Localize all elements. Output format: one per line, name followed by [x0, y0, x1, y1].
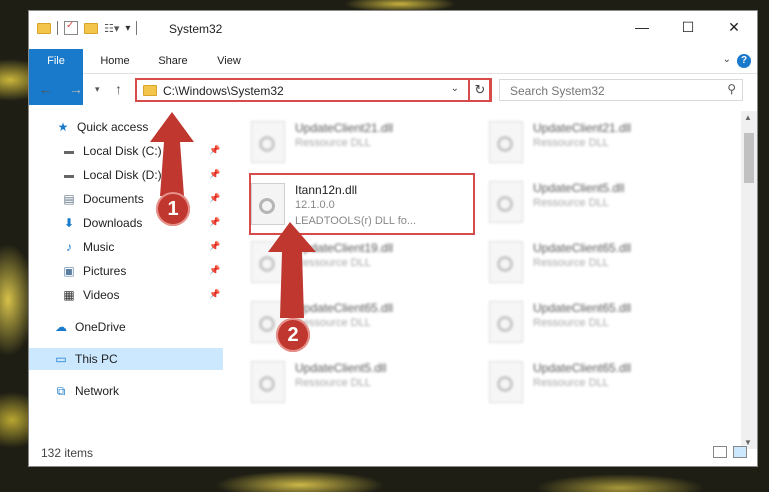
callout-badge-1: 1	[156, 192, 190, 226]
arrow-2	[268, 222, 316, 318]
callout-badge-2: 2	[276, 318, 310, 352]
callout-arrows	[150, 112, 316, 318]
arrow-1	[150, 112, 194, 196]
